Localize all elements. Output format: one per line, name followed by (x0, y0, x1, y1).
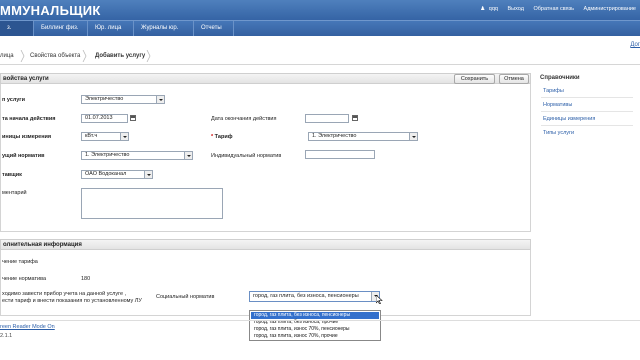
app-title: ММУНАЛЬЩИК (0, 3, 101, 18)
chevron-down-icon (120, 133, 128, 140)
save-button[interactable]: Сохранить (454, 74, 495, 84)
chevron-right-icon (20, 50, 25, 62)
main-nav: з. лица Биллинг физ. Юр. лица Журналы юр… (0, 20, 640, 46)
tariff-value: 1. Электричество (312, 133, 357, 139)
dropdown-option[interactable]: город, газ плита, без износа, пенсионеры (251, 312, 379, 319)
start-date-input[interactable]: 01.07.2013 (81, 114, 128, 123)
screen-reader-link[interactable]: reen Reader Mode On (0, 324, 55, 330)
chevron-down-icon (156, 96, 164, 103)
logout-link[interactable]: Выход (507, 6, 523, 12)
cancel-button[interactable]: Отмена (499, 74, 529, 84)
service-type-label: п услуги (2, 97, 25, 103)
feedback-link[interactable]: Обратная связь (533, 6, 574, 12)
chevron-right-icon (82, 50, 87, 62)
breadcrumb-item-object[interactable]: Свойства объекта (30, 50, 80, 62)
end-date-label: Дата окончания действия (211, 116, 277, 122)
tab-reports[interactable]: Отчеты (194, 21, 234, 36)
supplier-value: ОАО Водоканал (85, 171, 127, 177)
chevron-down-icon (184, 152, 192, 159)
chevron-down-icon (144, 171, 152, 178)
extra-panel-title: олнительная информация (3, 242, 82, 248)
dropdown-option[interactable]: город, газ плита, износ 70%, пенсионеры (251, 326, 379, 333)
user-icon: ♟ (480, 6, 486, 12)
mouse-cursor-icon (376, 295, 383, 304)
social-norm-value: город, газ плита, без износа, пенсионеры (253, 293, 359, 299)
supplier-select[interactable]: ОАО Водоканал (81, 170, 153, 179)
meter-note-line1: ходимо завести прибор учета на данной ус… (2, 291, 127, 297)
social-norm-dropdown-list: город, газ плита, без износа, пенсионеры… (249, 310, 381, 341)
breadcrumb-item-current: Добавить услугу (95, 53, 146, 59)
extra-panel-header: олнительная информация (0, 239, 531, 250)
tariff-value-label: чение тарифа (2, 259, 38, 265)
footer-divider (0, 320, 640, 321)
unit-label: иницы измерения (2, 134, 52, 140)
extra-panel-body (0, 250, 531, 316)
tab-legal-persons[interactable]: Юр. лица (88, 21, 134, 36)
calendar-icon[interactable] (130, 115, 136, 121)
unit-value: кВт.ч (85, 133, 98, 139)
username-link[interactable]: qqq (489, 6, 498, 12)
required-marker: * (211, 134, 214, 140)
norm-value-label: чение норматива (2, 276, 47, 282)
supplier-label: тавщик (2, 172, 22, 178)
sidebar-item-norms[interactable]: Нормативы (543, 102, 572, 108)
comment-label: ментарий (2, 190, 27, 196)
tab-billing-phys[interactable]: Биллинг физ. (34, 21, 88, 36)
meter-note-line2: ести тариф и внести показания по установ… (2, 298, 142, 304)
current-norm-select[interactable]: 1. Электричество (81, 151, 193, 160)
top-header-bar: ММУНАЛЬЩИК ♟ qqq Выход Обратная связь Ад… (0, 0, 640, 20)
tab-legal-journals[interactable]: Журналы юр. (134, 21, 194, 36)
tariff-label-text: Тариф (214, 134, 233, 140)
social-norm-select[interactable]: город, газ плита, без износа, пенсионеры (249, 291, 380, 302)
comment-textarea[interactable] (81, 188, 223, 219)
chevron-right-icon (146, 50, 151, 62)
help-link[interactable]: Дог (630, 42, 640, 48)
service-panel-title: войства услуги (3, 76, 49, 82)
tariff-select[interactable]: 1. Электричество (308, 132, 418, 141)
admin-link[interactable]: Администрирование (584, 6, 636, 12)
start-date-label: та начала действия (2, 116, 56, 122)
sidebar-item-service-types[interactable]: Типы услуги (543, 130, 574, 136)
norm-value: 180 (81, 276, 91, 282)
tariff-label: * Тариф (211, 134, 233, 140)
sidebar-item-tariffs[interactable]: Тарифы (543, 88, 564, 94)
sidebar-divider (541, 111, 633, 112)
breadcrumb-item-persons[interactable]: лица (0, 50, 14, 62)
social-norm-label: Социальный норматив (156, 294, 215, 300)
sidebar-title: Справочники (540, 75, 580, 81)
dropdown-option[interactable]: город, газ плита, износ 70%, прочие (251, 333, 379, 340)
unit-select[interactable]: кВт.ч (81, 132, 129, 141)
version-label: 2.1.1 (0, 333, 13, 339)
end-date-input[interactable] (305, 114, 349, 123)
chevron-down-icon (409, 133, 417, 140)
sidebar-item-units[interactable]: Единицы измерения (543, 116, 595, 122)
service-type-value: Электричество (85, 96, 124, 102)
sidebar-divider (541, 125, 633, 126)
tab-phys-persons[interactable]: з. лица (0, 21, 34, 46)
individual-norm-label: Индивидуальный норматив (211, 153, 282, 159)
user-area: ♟ qqq Выход Обратная связь Администриров… (480, 6, 636, 12)
service-type-select[interactable]: Электричество (81, 95, 165, 104)
calendar-icon[interactable] (352, 115, 358, 121)
individual-norm-input[interactable] (305, 150, 375, 159)
current-norm-value: 1. Электричество (85, 152, 130, 158)
current-norm-label: ущий норматив (2, 153, 45, 159)
sidebar-divider (541, 97, 633, 98)
service-panel-header: войства услуги (0, 73, 531, 84)
